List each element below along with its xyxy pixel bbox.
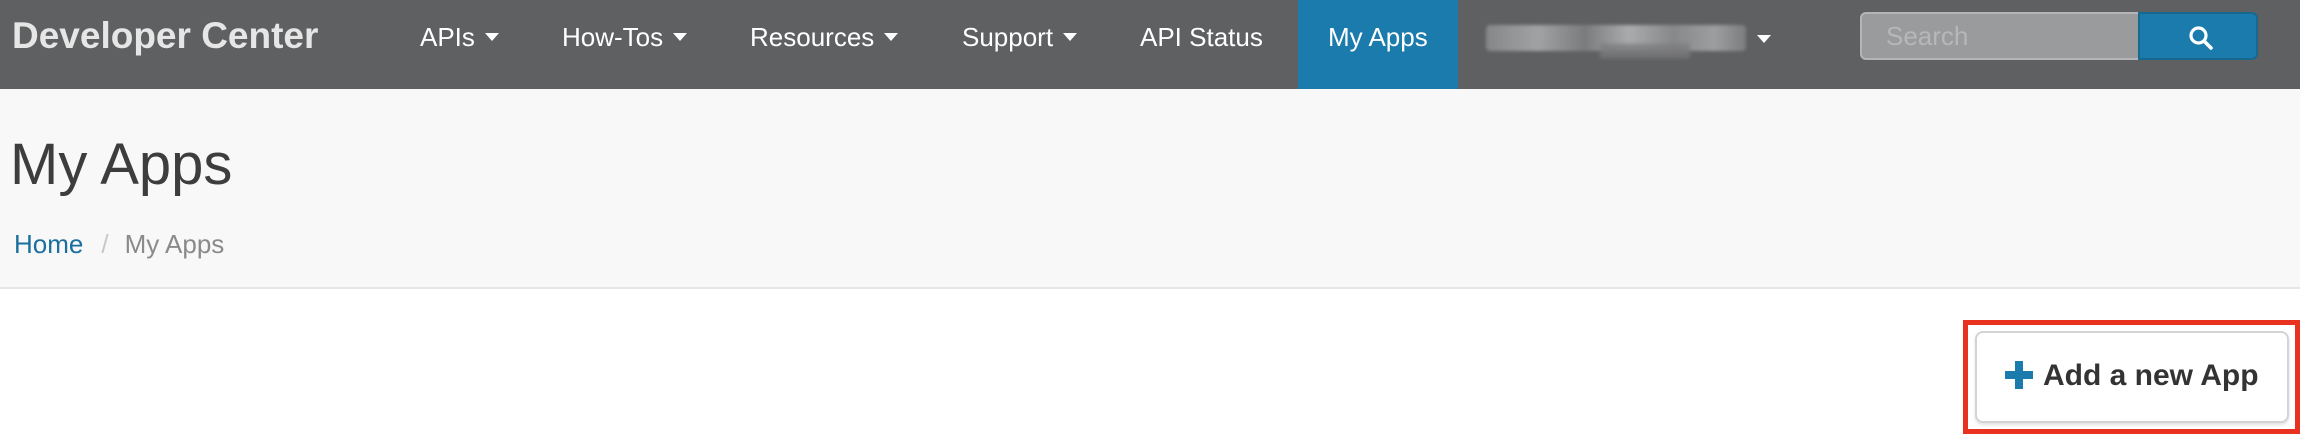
nav-item-support[interactable]: Support [962,0,1078,89]
add-new-app-button[interactable]: Add a new App [1975,331,2289,423]
chevron-down-icon [1757,35,1771,43]
breadcrumb: Home / My Apps [14,229,224,260]
nav-item-resources[interactable]: Resources [750,0,899,89]
chevron-down-icon [484,33,499,42]
nav-item-label: Resources [750,22,875,52]
plus-icon [2005,361,2033,389]
breadcrumb-home-link[interactable]: Home [14,229,83,259]
page-title: My Apps [10,132,233,197]
search-icon [2189,26,2213,50]
nav-item-how-tos[interactable]: How-Tos [562,0,688,89]
nav-item-my-apps[interactable]: My Apps [1298,0,1458,89]
nav-item-label: How-Tos [562,22,664,52]
page-header: My Apps Home / My Apps [0,89,2300,289]
breadcrumb-current: My Apps [124,229,225,259]
user-menu[interactable] [1480,0,1780,89]
nav-item-label: Support [962,22,1054,52]
nav-item-label: APIs [420,22,475,52]
add-new-app-label: Add a new App [2043,359,2259,392]
chevron-down-icon [1063,33,1078,42]
nav-item-api-status[interactable]: API Status [1140,0,1263,89]
nav-item-apis[interactable]: APIs [420,0,499,89]
top-navbar: Developer Center APIs How-Tos Resources … [0,0,2300,89]
brand-logo[interactable]: Developer Center [12,8,318,64]
search-input[interactable] [1860,12,2140,60]
nav-item-label: API Status [1140,22,1263,52]
nav-item-label: My Apps [1328,22,1428,52]
breadcrumb-separator: / [101,229,109,259]
search-button[interactable] [2138,12,2258,60]
blurred-username-detail [1600,44,1690,58]
chevron-down-icon [884,33,899,42]
chevron-down-icon [673,33,688,42]
